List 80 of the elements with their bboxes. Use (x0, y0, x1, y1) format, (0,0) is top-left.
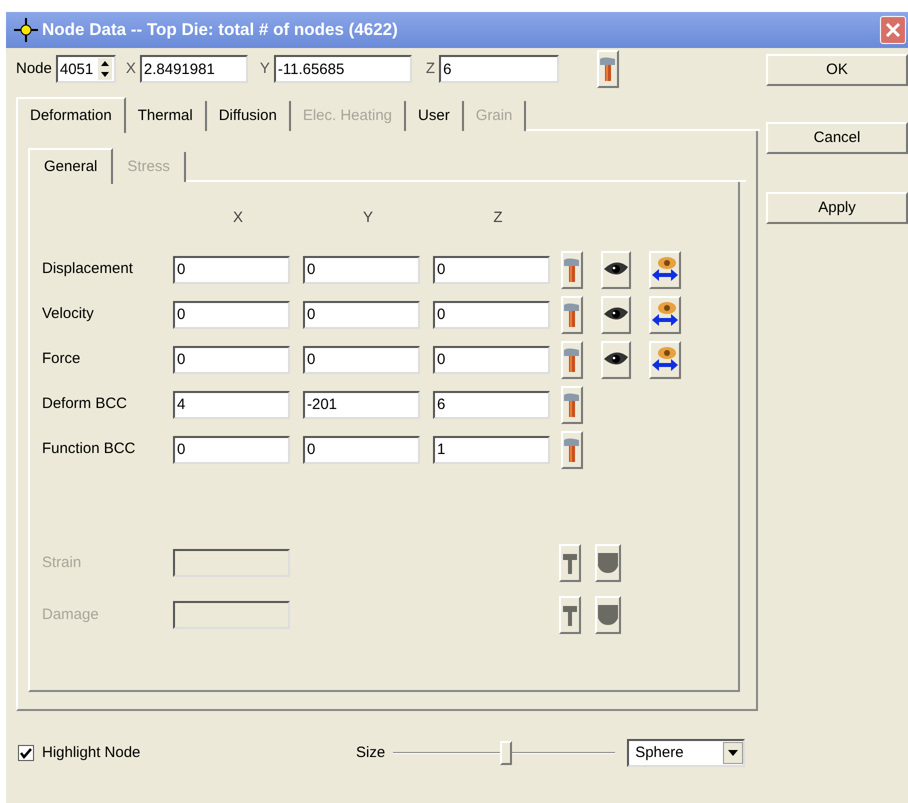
column-header: Y (362, 208, 373, 228)
row-label: Displacement (42, 259, 134, 280)
tab[interactable]: General (28, 148, 114, 184)
input-field[interactable]: 0 (173, 346, 290, 374)
x-label: X (126, 58, 136, 79)
row-label: Function BCC (42, 439, 136, 460)
close-icon (885, 22, 901, 38)
hammer-icon (563, 392, 581, 418)
tab[interactable]: User (406, 101, 464, 131)
input-field[interactable]: 4 (173, 390, 290, 418)
column-header: X (232, 208, 243, 228)
swap-button[interactable] (649, 296, 681, 334)
input-field[interactable]: 0 (303, 346, 420, 374)
row-label: Deform BCC (42, 394, 128, 414)
close-button[interactable] (880, 16, 906, 44)
dialog-button[interactable]: Apply (766, 192, 908, 224)
y-field[interactable]: -11.65685 (274, 55, 412, 83)
eye-arrow-icon (651, 256, 679, 284)
input-field[interactable]: -201 (303, 390, 420, 418)
shield-button[interactable] (595, 544, 621, 582)
slider-thumb[interactable] (500, 741, 512, 765)
y-label: Y (260, 58, 270, 79)
size-slider[interactable] (393, 741, 616, 765)
hammer-icon (563, 256, 581, 282)
shield-icon (597, 552, 619, 574)
dropdown-arrow-icon (728, 750, 738, 756)
z-field[interactable]: 6 (439, 55, 560, 83)
hammer-button[interactable] (597, 50, 620, 88)
row-label: Damage (42, 604, 100, 625)
swap-button[interactable] (649, 250, 681, 288)
hammer-button[interactable] (559, 544, 581, 582)
hammer-icon (561, 551, 579, 575)
input-field[interactable]: 0 (303, 436, 420, 464)
input-field[interactable]: 0 (173, 436, 290, 464)
input-field[interactable]: 0 (303, 300, 420, 328)
window-title: Node Data -- Top Die: total # of nodes (4622) (42, 19, 399, 42)
swap-button[interactable] (649, 340, 681, 378)
dialog-button[interactable]: Cancel (766, 122, 908, 154)
z-label: Z (426, 58, 436, 79)
shape-dropdown[interactable]: Sphere (627, 739, 746, 767)
eye-button[interactable] (601, 296, 631, 334)
shield-icon (597, 604, 619, 626)
hammer-button[interactable] (559, 596, 581, 634)
input-field[interactable]: 0 (433, 300, 550, 328)
eye-button[interactable] (601, 250, 631, 288)
row-label: Force (42, 349, 82, 370)
row-label: Velocity (42, 304, 95, 324)
input-field[interactable]: 6 (433, 390, 550, 418)
checkbox-label: Highlight Node (42, 742, 142, 763)
hammer-button[interactable] (561, 340, 583, 378)
hammer-button[interactable] (561, 430, 583, 468)
checkbox[interactable] (18, 745, 34, 761)
size-label: Size (356, 742, 386, 763)
input-field[interactable]: 0 (433, 346, 550, 374)
hammer-icon (563, 436, 581, 462)
input-field[interactable]: 1 (433, 436, 550, 464)
hammer-icon (563, 302, 581, 328)
input-field[interactable]: 0 (173, 256, 290, 284)
crosshair-icon (14, 18, 38, 42)
eye-arrow-icon (651, 300, 679, 328)
hammer-icon (563, 346, 581, 372)
shield-button[interactable] (595, 596, 621, 634)
tab[interactable]: Diffusion (206, 101, 291, 131)
hammer-button[interactable] (561, 296, 583, 334)
dialog-button[interactable]: OK (766, 54, 908, 86)
node-label: Node (16, 58, 52, 79)
row-label: Strain (42, 552, 82, 573)
tab[interactable]: Thermal (126, 101, 207, 131)
column-header: Z (493, 208, 503, 228)
hammer-button[interactable] (561, 386, 583, 424)
x-field[interactable]: 2.8491981 (140, 55, 248, 83)
hammer-icon (599, 56, 618, 82)
hammer-button[interactable] (561, 250, 583, 288)
hammer-icon (561, 603, 579, 627)
input-field[interactable]: 0 (433, 256, 550, 284)
input-field[interactable]: 0 (303, 256, 420, 284)
eye-button[interactable] (601, 340, 631, 378)
input-field[interactable]: 0 (173, 300, 290, 328)
eye-arrow-icon (651, 346, 679, 374)
tab[interactable]: Deformation (16, 97, 126, 133)
